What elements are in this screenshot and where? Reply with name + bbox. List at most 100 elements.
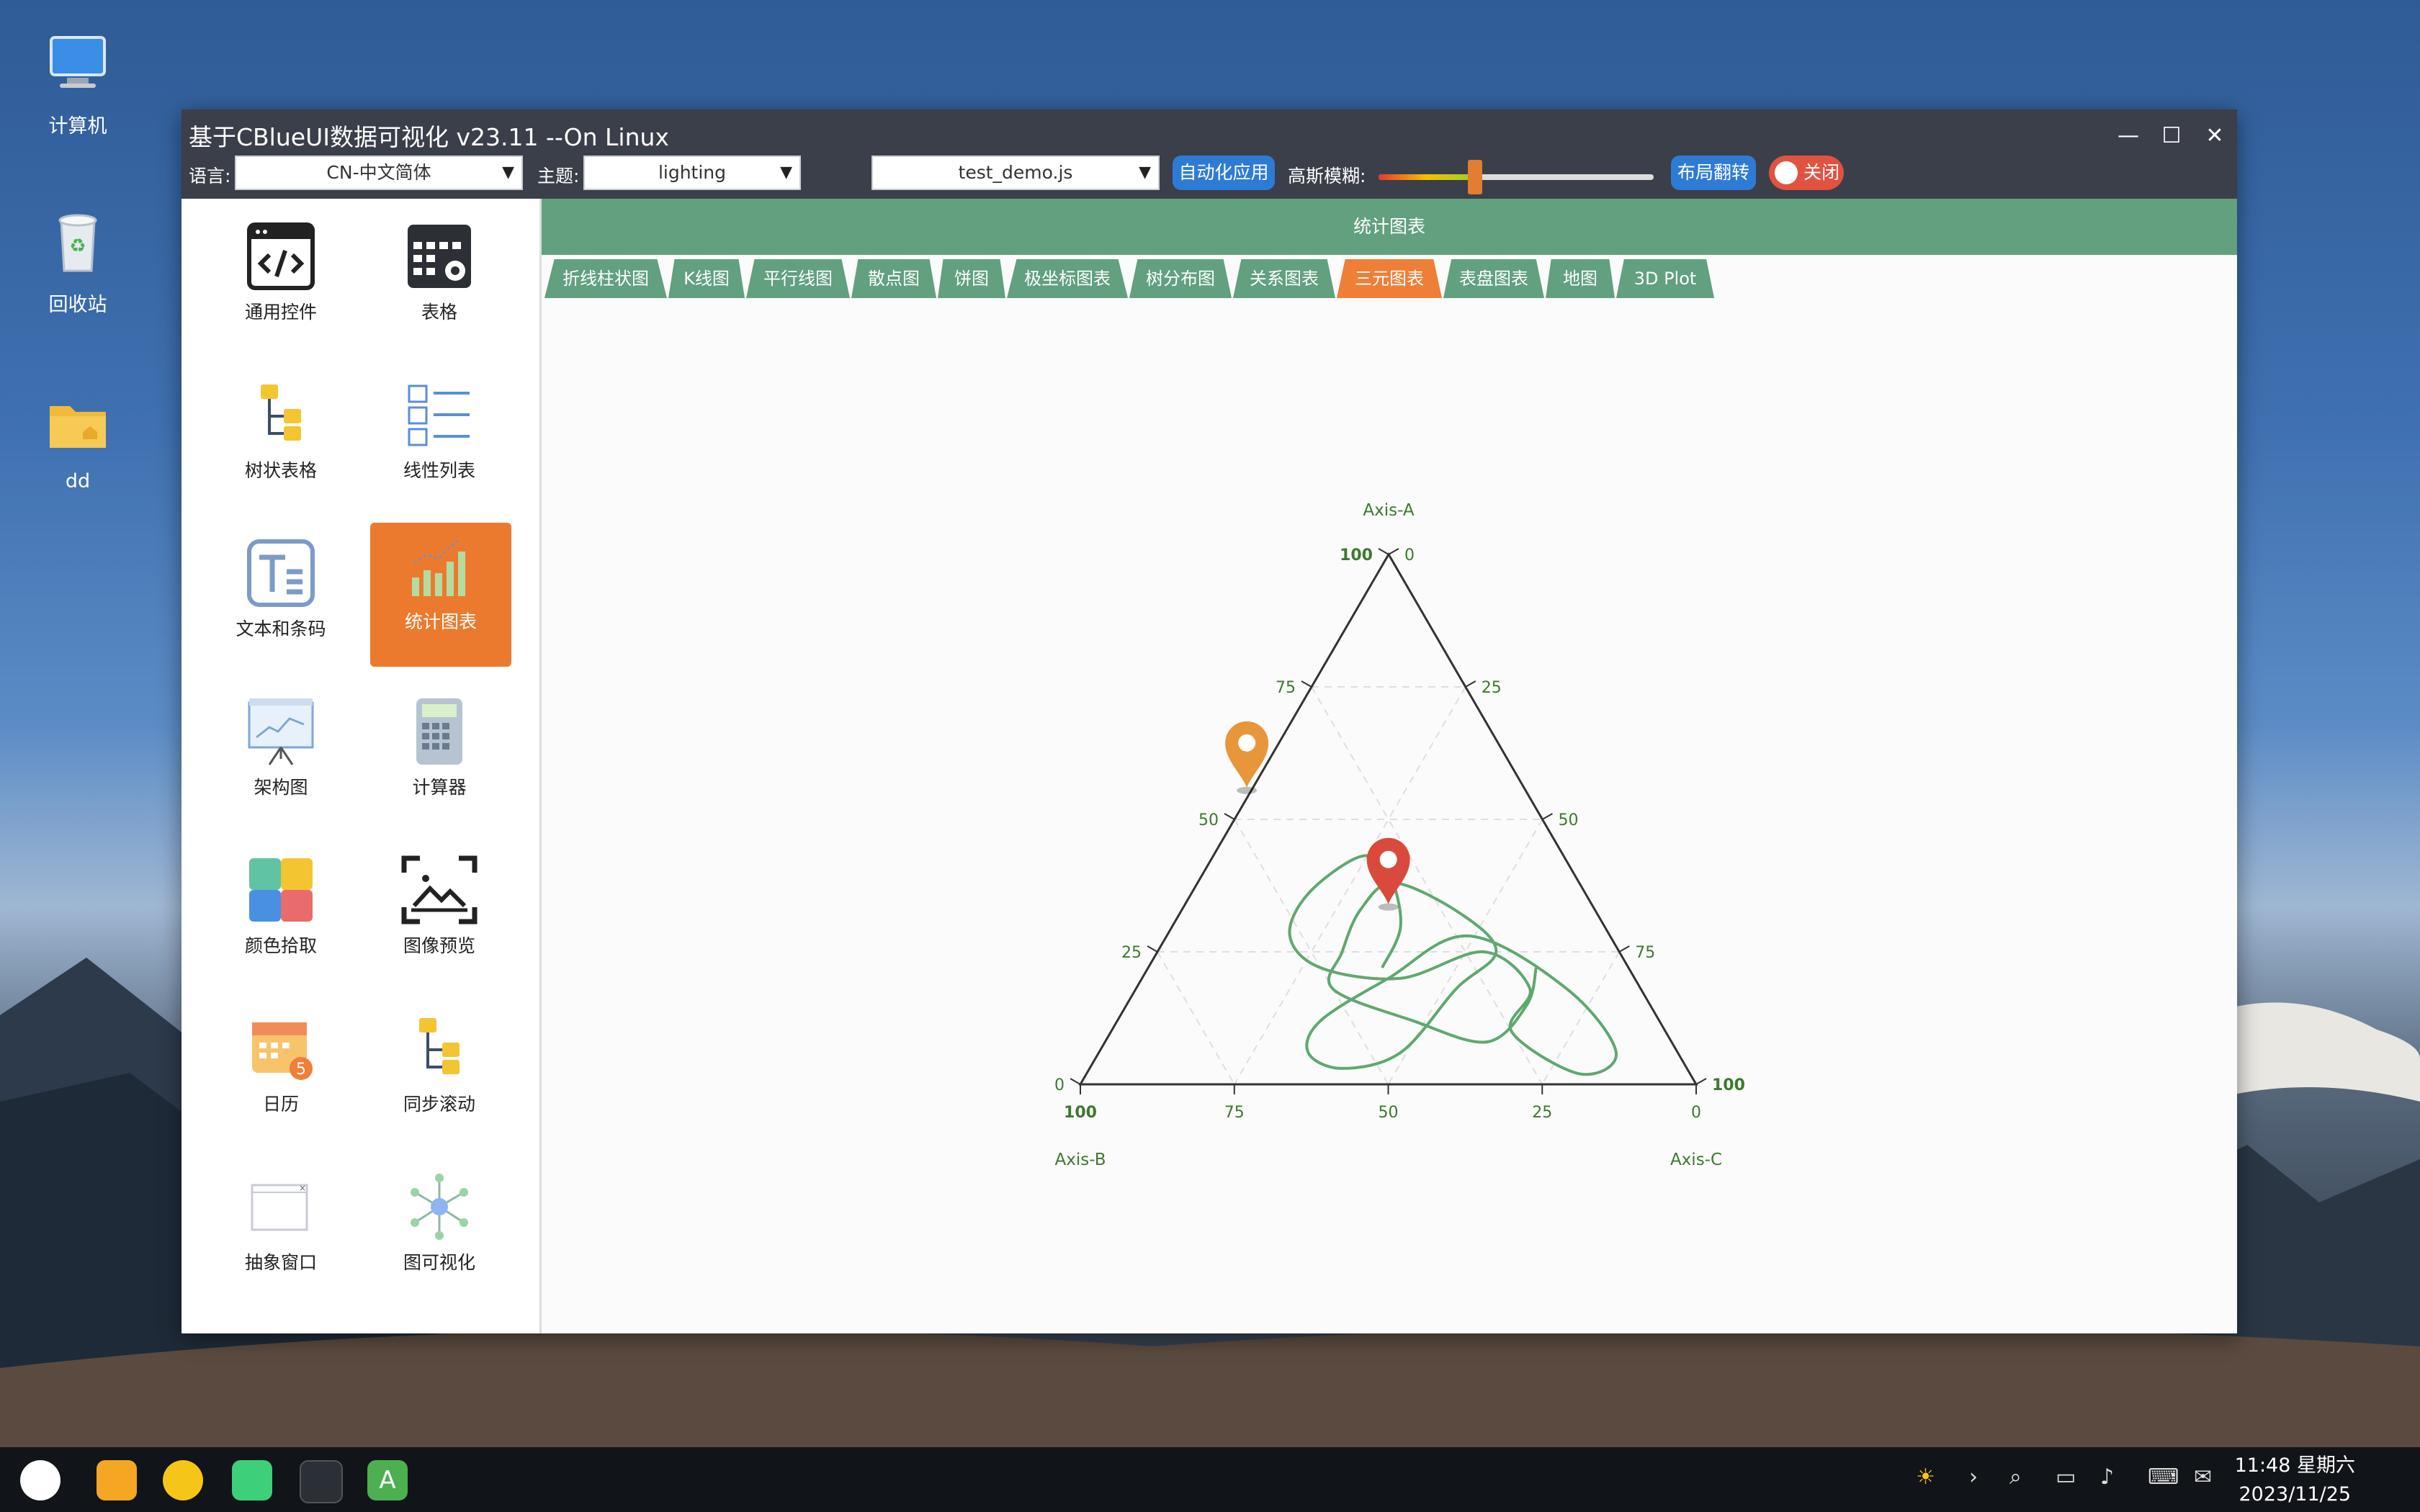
window-title: 基于CBlueUI数据可视化 v23.11 --On Linux — [189, 123, 669, 151]
network-graph-icon — [411, 1174, 468, 1240]
volume-icon[interactable]: ♪ — [2100, 1464, 2114, 1490]
clock[interactable]: 11:48 星期六 2023/11/25 — [2235, 1452, 2355, 1509]
terminal-icon[interactable] — [300, 1460, 343, 1503]
script-value: test_demo.js — [958, 162, 1073, 183]
maximize-icon: ☐ — [2161, 123, 2182, 148]
sidebar-item-label: 树状表格 — [244, 460, 317, 481]
theme-label: 主题: — [537, 166, 580, 186]
window-titlebar[interactable]: 基于CBlueUI数据可视化 v23.11 --On Linux — ☐ ✕ 语… — [182, 109, 2237, 199]
sidebar-item-calendar[interactable]: 5 日历 — [210, 1005, 351, 1149]
sidebar-item-table[interactable]: 表格 — [369, 213, 510, 357]
language-value: CN-中文简体 — [326, 162, 431, 183]
blur-label: 高斯模糊: — [1288, 166, 1366, 186]
sidebar-item-abstract-window[interactable]: × 抽象窗口 — [210, 1164, 351, 1308]
tab-scatter[interactable]: 散点图 — [851, 259, 936, 298]
script-select[interactable]: test_demo.js ▼ — [871, 156, 1160, 190]
sidebar-item-label: 统计图表 — [404, 611, 477, 632]
clock-date: 2023/11/25 — [2238, 1483, 2352, 1506]
toggle-knob — [1775, 161, 1798, 184]
language-select[interactable]: CN-中文简体 ▼ — [235, 156, 523, 190]
sidebar-item-label: 文本和条码 — [236, 618, 326, 639]
desktop-icon-computer[interactable]: 计算机 — [29, 32, 127, 138]
bar-chart-icon — [412, 537, 465, 596]
tab-ternary[interactable]: 三元图表 — [1337, 259, 1442, 298]
layout-flip-button[interactable]: 布局翻转 — [1671, 156, 1756, 190]
text-format-icon — [247, 539, 315, 607]
sidebar-item-label: 计算器 — [412, 777, 467, 798]
presentation-board-icon — [248, 698, 314, 765]
sidebar-item-label: 图可视化 — [403, 1252, 475, 1273]
section-banner: 统计图表 — [542, 199, 2237, 255]
brightness-icon[interactable]: ☀ — [1916, 1464, 1935, 1490]
app-window: 基于CBlueUI数据可视化 v23.11 --On Linux — ☐ ✕ 语… — [182, 109, 2237, 1333]
blur-slider-handle[interactable] — [1467, 160, 1482, 194]
close-button[interactable]: ✕ — [2198, 120, 2231, 153]
calendar-icon: 5 — [252, 1022, 313, 1080]
sidebar-item-label: 线性列表 — [403, 460, 475, 481]
sidebar-item-text-barcode[interactable]: 文本和条码 — [210, 530, 351, 674]
toggle-label: 关闭 — [1803, 162, 1840, 183]
desktop-icon-label: dd — [65, 470, 91, 492]
sidebar-item-statistics-chart[interactable]: 统计图表 — [370, 523, 511, 667]
sidebar-item-label: 通用控件 — [244, 302, 317, 323]
tab-pie[interactable]: 饼图 — [938, 259, 1005, 298]
minimize-icon: — — [2118, 123, 2139, 148]
tab-map[interactable]: 地图 — [1546, 259, 1615, 298]
sidebar-item-graph-visualization[interactable]: 图可视化 — [369, 1164, 510, 1308]
tree-icon — [419, 1018, 460, 1074]
tab-polar[interactable]: 极坐标图表 — [1007, 259, 1128, 298]
sidebar-item-label: 图像预览 — [403, 935, 475, 956]
recycle-bin-icon: ♻ — [58, 214, 97, 272]
sidebar-item-color-picker[interactable]: 颜色拾取 — [210, 847, 351, 991]
close-icon: ✕ — [2205, 123, 2224, 148]
maximize-button[interactable]: ☐ — [2155, 120, 2188, 153]
launcher-icon[interactable] — [20, 1460, 60, 1500]
sidebar-item-tree-table[interactable]: 树状表格 — [210, 372, 351, 516]
theme-select[interactable]: lighting ▼ — [583, 156, 801, 190]
tab-3d-plot[interactable]: 3D Plot — [1616, 259, 1714, 298]
sidebar-item-label: 颜色拾取 — [244, 935, 317, 956]
color-palette-icon — [249, 858, 313, 922]
sidebar-item-label: 抽象窗口 — [244, 1252, 317, 1273]
network-icon[interactable]: ▭ — [2056, 1464, 2076, 1490]
sidebar-item-calculator[interactable]: 计算器 — [369, 688, 510, 832]
image-frame-icon — [401, 855, 478, 924]
file-manager-icon[interactable] — [97, 1460, 137, 1500]
desktop-icon-label: 回收站 — [48, 294, 107, 316]
tab-treemap[interactable]: 树分布图 — [1129, 259, 1232, 298]
chevron-down-icon: ▼ — [780, 163, 792, 181]
chevron-down-icon: ▼ — [502, 163, 514, 181]
minimize-button[interactable]: — — [2112, 120, 2145, 153]
notification-icon[interactable]: ✉ — [2194, 1464, 2212, 1490]
calculator-icon — [416, 698, 462, 765]
tab-kline[interactable]: K线图 — [668, 259, 745, 298]
sidebar-item-linear-list[interactable]: 线性列表 — [369, 372, 510, 516]
desktop-icon-recycle-bin[interactable]: ♻ 回收站 — [29, 210, 127, 317]
search-icon[interactable]: ⌕ — [2009, 1464, 2022, 1490]
desktop-icon-folder[interactable]: dd — [29, 392, 127, 492]
chevron-right-icon[interactable]: › — [1969, 1464, 1978, 1490]
browser-icon[interactable] — [163, 1460, 203, 1500]
sidebar-item-label: 同步滚动 — [403, 1094, 475, 1115]
sidebar-item-sync-scroll[interactable]: 同步滚动 — [369, 1005, 510, 1149]
sidebar-item-common-controls[interactable]: 通用控件 — [210, 213, 351, 357]
sidebar-item-image-preview[interactable]: 图像预览 — [369, 847, 510, 991]
tab-relation[interactable]: 关系图表 — [1233, 259, 1335, 298]
blur-slider[interactable] — [1379, 160, 1654, 194]
chevron-down-icon: ▼ — [1139, 163, 1151, 181]
window-icon: × — [251, 1183, 308, 1231]
sidebar-item-label: 架构图 — [254, 777, 308, 798]
app-store-icon[interactable] — [232, 1460, 272, 1500]
language-label: 语言: — [189, 166, 231, 186]
sidebar-item-architecture[interactable]: 架构图 — [210, 688, 351, 832]
list-icon — [408, 384, 470, 446]
close-toggle[interactable]: 关闭 — [1769, 156, 1844, 190]
tab-parallel[interactable]: 平行线图 — [746, 259, 850, 298]
computer-icon — [50, 36, 106, 88]
auto-apply-button[interactable]: 自动化应用 — [1173, 156, 1275, 190]
keyboard-icon[interactable]: ⌨ — [2148, 1464, 2179, 1490]
tab-gauge[interactable]: 表盘图表 — [1443, 259, 1544, 298]
tab-line-bar[interactable]: 折线柱状图 — [544, 259, 667, 298]
app-a-icon[interactable]: A — [367, 1460, 408, 1500]
sidebar-item-label: 表格 — [421, 302, 457, 323]
